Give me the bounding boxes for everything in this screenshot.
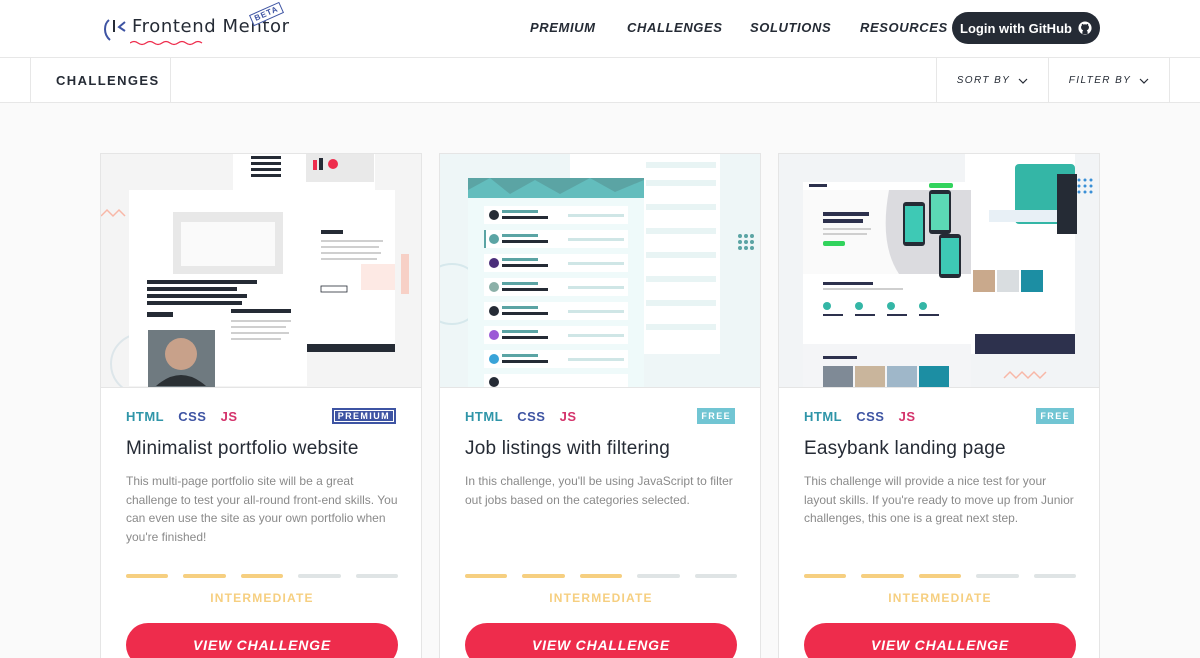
language-tags: HTML CSS JS — [465, 409, 587, 424]
difficulty-segment — [240, 574, 284, 578]
chevron-down-icon — [1018, 78, 1028, 84]
challenge-description: This challenge will provide a nice test … — [804, 474, 1074, 525]
login-github-button[interactable]: Login with GitHub — [952, 12, 1100, 44]
free-badge: FREE — [1036, 408, 1074, 424]
logo[interactable]: Frontend Mentor BETA — [100, 1, 290, 46]
logo-mark-icon — [104, 19, 126, 41]
difficulty-segment — [183, 574, 226, 578]
difficulty-segment — [1033, 574, 1077, 578]
portfolio-preview-graphic — [101, 154, 421, 387]
difficulty-label: INTERMEDIATE — [549, 591, 653, 605]
chevron-down-icon — [1139, 78, 1149, 84]
nav-solutions[interactable]: SOLUTIONS — [750, 20, 831, 35]
tag-js: JS — [220, 409, 238, 424]
challenge-title[interactable]: Minimalist portfolio website — [126, 438, 359, 460]
challenges-toolbar: CHALLENGES SORT BY FILTER BY — [0, 58, 1200, 103]
tag-html: HTML — [465, 409, 504, 424]
top-header: Frontend Mentor BETA PREMIUM CHALLENGES … — [0, 0, 1200, 58]
nav-premium[interactable]: PREMIUM — [530, 20, 596, 35]
challenge-card[interactable]: HTML CSS JS FREE Easybank landing page T… — [778, 153, 1100, 658]
tag-html: HTML — [126, 409, 165, 424]
language-tags: HTML CSS JS — [126, 409, 248, 424]
difficulty-segment — [579, 574, 623, 578]
tag-html: HTML — [804, 409, 843, 424]
difficulty-segment — [976, 574, 1019, 578]
section-title: CHALLENGES — [30, 58, 171, 103]
challenge-preview-image[interactable] — [440, 154, 760, 388]
difficulty-meter — [465, 574, 738, 578]
tag-js: JS — [898, 409, 916, 424]
login-github-label: Login with GitHub — [960, 20, 1072, 36]
difficulty-segment — [637, 574, 680, 578]
difficulty-segment — [861, 574, 904, 578]
github-icon — [1078, 21, 1092, 35]
challenge-preview-image[interactable] — [779, 154, 1099, 388]
difficulty-segment — [126, 574, 169, 578]
difficulty-segment — [918, 574, 962, 578]
view-challenge-button[interactable]: VIEW CHALLENGE — [465, 623, 737, 658]
free-badge: FREE — [697, 408, 735, 424]
challenge-description: In this challenge, you'll be using JavaS… — [465, 474, 733, 507]
difficulty-meter — [126, 574, 399, 578]
challenge-card[interactable]: HTML CSS JS FREE Job listings with filte… — [439, 153, 761, 658]
challenge-title[interactable]: Job listings with filtering — [465, 438, 670, 460]
challenge-card[interactable]: HTML CSS JS PREMIUM Minimalist portfolio… — [100, 153, 422, 658]
tag-css: CSS — [517, 409, 546, 424]
premium-badge: PREMIUM — [331, 408, 396, 424]
view-challenge-button[interactable]: VIEW CHALLENGE — [126, 623, 398, 658]
difficulty-label: INTERMEDIATE — [210, 591, 314, 605]
nav-challenges[interactable]: CHALLENGES — [627, 20, 723, 35]
difficulty-segment — [355, 574, 399, 578]
tag-js: JS — [559, 409, 577, 424]
sort-by-label: SORT BY — [956, 75, 1011, 86]
challenge-preview-image[interactable] — [101, 154, 421, 388]
difficulty-segment — [465, 574, 508, 578]
tag-css: CSS — [178, 409, 207, 424]
tag-css: CSS — [856, 409, 885, 424]
sort-by-dropdown[interactable]: SORT BY — [936, 58, 1048, 103]
challenge-title[interactable]: Easybank landing page — [804, 438, 1006, 460]
job-listings-preview-graphic — [440, 154, 760, 387]
difficulty-segment — [694, 574, 738, 578]
difficulty-segment — [522, 574, 565, 578]
logo-wave-icon — [130, 40, 203, 46]
easybank-preview-graphic — [779, 154, 1099, 387]
filter-by-dropdown[interactable]: FILTER BY — [1048, 58, 1170, 103]
language-tags: HTML CSS JS — [804, 409, 926, 424]
difficulty-segment — [804, 574, 847, 578]
difficulty-label: INTERMEDIATE — [888, 591, 992, 605]
view-challenge-button[interactable]: VIEW CHALLENGE — [804, 623, 1076, 658]
difficulty-segment — [298, 574, 341, 578]
difficulty-meter — [804, 574, 1077, 578]
filter-by-label: FILTER BY — [1068, 75, 1132, 86]
challenge-description: This multi-page portfolio site will be a… — [126, 474, 398, 544]
nav-resources[interactable]: RESOURCES — [860, 20, 948, 35]
